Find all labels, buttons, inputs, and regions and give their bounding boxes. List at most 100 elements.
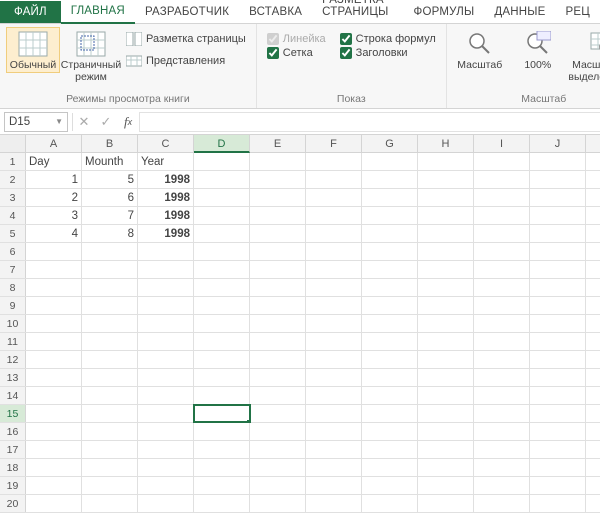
cell[interactable]: [194, 171, 250, 188]
row-header[interactable]: 12: [0, 351, 26, 368]
cell[interactable]: [530, 351, 586, 368]
row-header[interactable]: 1: [0, 153, 26, 170]
cell[interactable]: [250, 351, 306, 368]
zoom-selection-button[interactable]: Масштаб по выделенному: [569, 27, 600, 84]
cell[interactable]: [306, 189, 362, 206]
cell[interactable]: [418, 495, 474, 512]
cell[interactable]: [362, 243, 418, 260]
zoom-100-button[interactable]: 100%: [511, 27, 565, 73]
cell[interactable]: [194, 441, 250, 458]
cell[interactable]: [418, 297, 474, 314]
cell[interactable]: [138, 405, 194, 422]
cell[interactable]: [362, 315, 418, 332]
view-custom-views-button[interactable]: Представления: [122, 51, 250, 71]
tab-review[interactable]: РЕЦ: [556, 2, 600, 23]
cell[interactable]: [194, 261, 250, 278]
col-header-A[interactable]: A: [26, 135, 82, 152]
cell[interactable]: [138, 495, 194, 512]
cell[interactable]: [474, 351, 530, 368]
cell[interactable]: [82, 333, 138, 350]
check-ruler[interactable]: Линейка: [267, 33, 326, 45]
cell[interactable]: 6: [82, 189, 138, 206]
cell[interactable]: [250, 297, 306, 314]
cell[interactable]: [82, 351, 138, 368]
check-headings[interactable]: Заголовки: [340, 47, 436, 59]
cell[interactable]: [418, 333, 474, 350]
cell[interactable]: [138, 333, 194, 350]
cell[interactable]: [250, 315, 306, 332]
cell[interactable]: [194, 207, 250, 224]
cell[interactable]: [82, 423, 138, 440]
cell[interactable]: [418, 405, 474, 422]
enter-formula-button[interactable]: ✓: [95, 112, 117, 132]
col-header-D[interactable]: D: [194, 135, 250, 153]
cell[interactable]: 1998: [138, 225, 194, 242]
cell[interactable]: [474, 261, 530, 278]
cell[interactable]: [26, 261, 82, 278]
cell[interactable]: [418, 189, 474, 206]
cell[interactable]: [138, 315, 194, 332]
cell[interactable]: [250, 153, 306, 170]
cell[interactable]: [474, 423, 530, 440]
row-header[interactable]: 15: [0, 405, 26, 422]
cell[interactable]: [82, 387, 138, 404]
cell[interactable]: [474, 333, 530, 350]
cell[interactable]: [194, 279, 250, 296]
tab-data[interactable]: ДАННЫЕ: [484, 2, 555, 23]
cell[interactable]: [474, 279, 530, 296]
cell[interactable]: [250, 387, 306, 404]
cell[interactable]: [194, 369, 250, 386]
cell[interactable]: [306, 261, 362, 278]
cell[interactable]: [530, 243, 586, 260]
row-header[interactable]: 2: [0, 171, 26, 188]
cell[interactable]: [194, 495, 250, 512]
cell[interactable]: [530, 171, 586, 188]
cell[interactable]: [418, 261, 474, 278]
cell[interactable]: [26, 333, 82, 350]
cell[interactable]: [474, 459, 530, 476]
cell[interactable]: [26, 423, 82, 440]
cell[interactable]: [26, 459, 82, 476]
row-header[interactable]: 6: [0, 243, 26, 260]
cell[interactable]: [306, 459, 362, 476]
cell[interactable]: [138, 387, 194, 404]
cell[interactable]: [474, 387, 530, 404]
cell[interactable]: [306, 351, 362, 368]
cell[interactable]: [26, 279, 82, 296]
cell[interactable]: [530, 333, 586, 350]
cell[interactable]: [362, 423, 418, 440]
cell[interactable]: [306, 207, 362, 224]
row-header[interactable]: 10: [0, 315, 26, 332]
cell[interactable]: [82, 279, 138, 296]
col-header-J[interactable]: J: [530, 135, 586, 152]
cell[interactable]: [418, 441, 474, 458]
cell[interactable]: [362, 369, 418, 386]
cell[interactable]: [362, 261, 418, 278]
cell[interactable]: [26, 243, 82, 260]
cell[interactable]: Year: [138, 153, 194, 170]
row-header[interactable]: 7: [0, 261, 26, 278]
cell[interactable]: [138, 459, 194, 476]
cell[interactable]: [250, 477, 306, 494]
row-header[interactable]: 3: [0, 189, 26, 206]
cell[interactable]: [26, 441, 82, 458]
cell[interactable]: [362, 477, 418, 494]
cell[interactable]: [82, 495, 138, 512]
cell[interactable]: [82, 441, 138, 458]
cell[interactable]: 1998: [138, 189, 194, 206]
row-header[interactable]: 19: [0, 477, 26, 494]
cell[interactable]: [418, 459, 474, 476]
cell[interactable]: [474, 225, 530, 242]
cell[interactable]: [530, 225, 586, 242]
cell[interactable]: [82, 459, 138, 476]
formula-input[interactable]: [139, 112, 600, 132]
cell[interactable]: [82, 477, 138, 494]
cell[interactable]: [362, 207, 418, 224]
row-header[interactable]: 5: [0, 225, 26, 242]
cell[interactable]: [138, 243, 194, 260]
cell[interactable]: [418, 243, 474, 260]
col-header-F[interactable]: F: [306, 135, 362, 152]
cell[interactable]: [530, 279, 586, 296]
cell[interactable]: [474, 189, 530, 206]
cell[interactable]: 1998: [138, 171, 194, 188]
